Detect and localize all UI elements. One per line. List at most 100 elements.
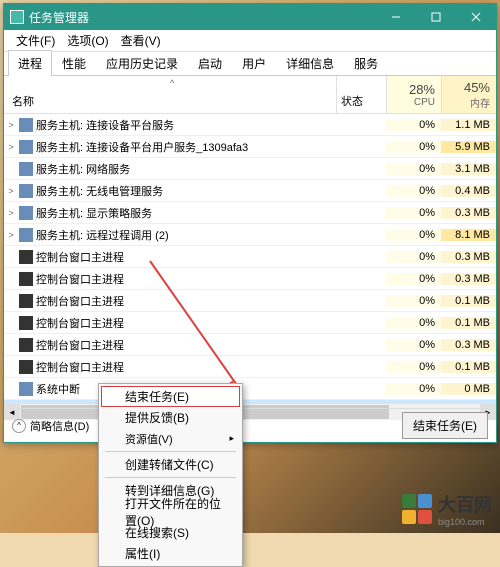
col-memory[interactable]: 45%内存 xyxy=(441,76,496,113)
process-memory: 0.1 MB xyxy=(441,295,496,307)
process-cpu: 0% xyxy=(386,295,441,307)
process-cpu: 0% xyxy=(386,141,441,153)
process-row[interactable]: > 服务主机: 连接设备平台服务 0%1.1 MB xyxy=(4,114,496,136)
col-status[interactable]: 状态 xyxy=(336,76,386,113)
process-icon xyxy=(19,184,33,198)
window-title: 任务管理器 xyxy=(29,9,376,26)
process-icon xyxy=(19,316,33,330)
process-name: 服务主机: 无线电管理服务 xyxy=(36,183,336,199)
process-cpu: 0% xyxy=(386,383,441,395)
expand-icon[interactable]: > xyxy=(4,142,18,152)
ctx-create-dump[interactable]: 创建转储文件(C) xyxy=(101,454,240,475)
maximize-button[interactable] xyxy=(416,4,456,30)
process-cpu: 0% xyxy=(386,185,441,197)
fewer-details-label: 简略信息(D) xyxy=(30,418,89,434)
process-row[interactable]: >服务主机: 显示策略服务0%0.3 MB xyxy=(4,202,496,224)
process-row[interactable]: 控制台窗口主进程 0%0.1 MB xyxy=(4,312,496,334)
tab-processes[interactable]: 进程 xyxy=(8,50,52,76)
tab-services[interactable]: 服务 xyxy=(344,50,388,76)
process-memory: 0.1 MB xyxy=(441,317,496,329)
process-row[interactable]: > 服务主机: 连接设备平台用户服务_1309afa3 0%5.9 MB xyxy=(4,136,496,158)
sort-indicator-icon: ^ xyxy=(170,78,174,88)
footer: ^ 简略信息(D) 结束任务(E) xyxy=(4,408,496,442)
process-memory: 5.9 MB xyxy=(441,141,496,153)
tab-users[interactable]: 用户 xyxy=(232,50,276,76)
chevron-up-icon: ^ xyxy=(12,419,26,433)
process-memory: 1.1 MB xyxy=(441,119,496,131)
process-icon xyxy=(19,382,33,396)
process-name: 服务主机: 连接设备平台服务 xyxy=(36,117,336,133)
ctx-properties[interactable]: 属性(I) xyxy=(101,543,240,564)
titlebar[interactable]: 任务管理器 xyxy=(4,4,496,30)
process-row[interactable]: 控制台窗口主进程0%0.3 MB xyxy=(4,246,496,268)
tabbar: 进程 性能 应用历史记录 启动 用户 详细信息 服务 xyxy=(4,52,496,76)
process-icon xyxy=(19,360,33,374)
process-memory: 0 MB xyxy=(441,383,496,395)
task-manager-window: 任务管理器 文件(F) 选项(O) 查看(V) 进程 性能 应用历史记录 启动 … xyxy=(3,3,497,443)
process-row[interactable]: 控制台窗口主进程 0%0.1 MB xyxy=(4,290,496,312)
process-name: 控制台窗口主进程 xyxy=(36,337,336,353)
expand-icon[interactable]: > xyxy=(4,186,18,196)
process-list[interactable]: >服务主机: 连接设备平台服务0%1.1 MB>服务主机: 连接设备平台用户服务… xyxy=(4,114,496,404)
process-memory: 8.1 MB xyxy=(441,229,496,241)
process-icon xyxy=(19,228,33,242)
process-row[interactable]: 服务主机: 网络服务0%3.1 MB xyxy=(4,158,496,180)
process-icon xyxy=(19,118,33,132)
process-row[interactable]: >服务主机: 远程过程调用 (2)0%8.1 MB xyxy=(4,224,496,246)
watermark-logo: 大百网big100.com xyxy=(402,491,492,527)
process-memory: 3.1 MB xyxy=(441,163,496,175)
tab-performance[interactable]: 性能 xyxy=(52,50,96,76)
process-icon xyxy=(19,294,33,308)
process-cpu: 0% xyxy=(386,229,441,241)
tab-startup[interactable]: 启动 xyxy=(188,50,232,76)
ctx-open-location[interactable]: 打开文件所在的位置(O) xyxy=(101,501,240,522)
process-name: 服务主机: 网络服务 xyxy=(36,161,336,177)
cpu-label: CPU xyxy=(414,97,435,108)
logo-url: big100.com xyxy=(438,517,492,527)
process-row[interactable]: 控制台窗口主进程0%0.3 MB xyxy=(4,334,496,356)
process-icon xyxy=(19,140,33,154)
process-name: 控制台窗口主进程 xyxy=(36,249,336,265)
expand-icon[interactable]: > xyxy=(4,208,18,218)
process-row[interactable]: > 服务主机: 无线电管理服务 0%0.4 MB xyxy=(4,180,496,202)
tab-details[interactable]: 详细信息 xyxy=(276,50,344,76)
process-name: 控制台窗口主进程 xyxy=(36,293,336,309)
expand-icon[interactable]: > xyxy=(4,230,18,240)
close-button[interactable] xyxy=(456,4,496,30)
end-task-button[interactable]: 结束任务(E) xyxy=(402,412,488,439)
app-icon xyxy=(10,10,24,24)
ctx-end-task[interactable]: 结束任务(E) xyxy=(101,386,240,407)
logo-name: 大百网 xyxy=(438,491,492,517)
process-name: 服务主机: 连接设备平台用户服务_1309afa3 xyxy=(36,139,336,155)
fewer-details-button[interactable]: ^ 简略信息(D) xyxy=(12,418,89,434)
process-row[interactable]: 控制台窗口主进程0%0.3 MB xyxy=(4,268,496,290)
process-icon xyxy=(19,272,33,286)
menu-file[interactable]: 文件(F) xyxy=(10,30,61,51)
submenu-arrow-icon: ▸ xyxy=(229,433,234,444)
col-cpu[interactable]: 28%CPU xyxy=(386,76,441,113)
process-memory: 0.3 MB xyxy=(441,207,496,219)
process-row[interactable]: 控制台窗口主进程0%0.1 MB xyxy=(4,356,496,378)
process-name: 控制台窗口主进程 xyxy=(36,271,336,287)
menu-view[interactable]: 查看(V) xyxy=(115,30,167,51)
ctx-feedback[interactable]: 提供反馈(B) xyxy=(101,407,240,428)
expand-icon[interactable]: > xyxy=(4,120,18,130)
process-memory: 0.1 MB xyxy=(441,361,496,373)
menubar: 文件(F) 选项(O) 查看(V) xyxy=(4,30,496,52)
process-memory: 0.4 MB xyxy=(441,185,496,197)
process-cpu: 0% xyxy=(386,119,441,131)
col-name[interactable]: ^名称 xyxy=(4,76,336,113)
ctx-resource-label: 资源值(V) xyxy=(125,431,173,447)
process-name: 控制台窗口主进程 xyxy=(36,315,336,331)
ctx-separator xyxy=(105,477,236,478)
process-row[interactable]: 系统中断0%0 MB xyxy=(4,378,496,400)
minimize-button[interactable] xyxy=(376,4,416,30)
column-headers: ^名称 状态 28%CPU 45%内存 xyxy=(4,76,496,114)
menu-options[interactable]: 选项(O) xyxy=(61,30,114,51)
process-cpu: 0% xyxy=(386,317,441,329)
logo-icon xyxy=(402,494,432,524)
tab-apphistory[interactable]: 应用历史记录 xyxy=(96,50,188,76)
process-icon xyxy=(19,338,33,352)
ctx-resource-values[interactable]: 资源值(V) ▸ xyxy=(101,428,240,449)
cpu-total: 28% xyxy=(409,82,435,97)
